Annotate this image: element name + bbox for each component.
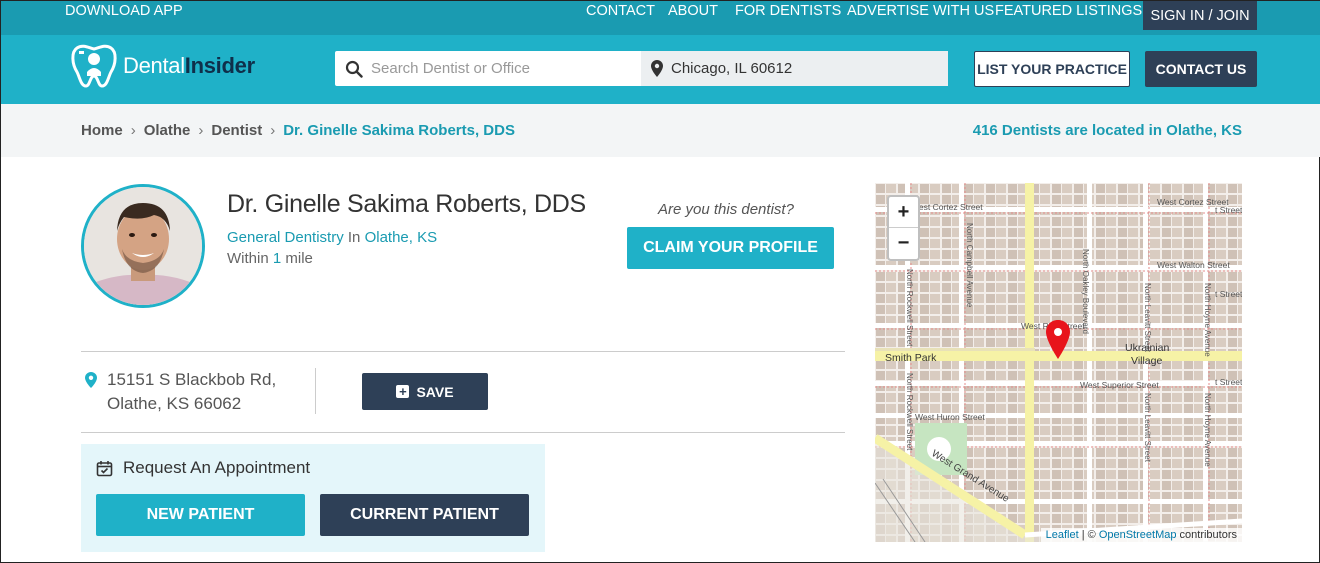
breadcrumb-bar: Home › Olathe › Dentist › Dr. Ginelle Sa… (1, 104, 1320, 157)
chevron-right-icon: › (270, 122, 276, 139)
search-input[interactable] (371, 60, 621, 77)
plus-square-icon: + (396, 385, 410, 398)
location-map[interactable]: West Cortez Street West Cortez Street We… (875, 183, 1242, 542)
dentist-avatar (81, 184, 205, 308)
nav-about[interactable]: ABOUT (668, 3, 718, 19)
logo[interactable]: DentalInsider (69, 40, 269, 92)
map-attribution: Leaflet | © OpenStreetMap contributors (1040, 528, 1242, 542)
breadcrumb-current: Dr. Ginelle Sakima Roberts, DDS (283, 122, 515, 139)
dentist-specialty-line: General Dentistry In Olathe, KS (227, 229, 437, 246)
current-patient-button[interactable]: CURRENT PATIENT (320, 494, 529, 536)
nav-featured-listings[interactable]: FEATURED LISTINGS (995, 3, 1142, 19)
save-button[interactable]: + SAVE (362, 373, 488, 410)
map-zoom-controls: + − (887, 195, 920, 261)
appointment-title: Request An Appointment (96, 458, 310, 478)
nav-for-dentists[interactable]: FOR DENTISTS (735, 3, 841, 19)
within-number: 1 (272, 250, 282, 267)
specialty-link[interactable]: General Dentistry (227, 229, 344, 246)
breadcrumb: Home › Olathe › Dentist › Dr. Ginelle Sa… (81, 122, 515, 139)
contact-us-button[interactable]: CONTACT US (1145, 51, 1257, 87)
map-label: West Cortez Street (911, 202, 983, 212)
tooth-logo-icon (71, 44, 117, 88)
search-icon (345, 60, 363, 78)
map-label: t Street (1215, 377, 1242, 387)
map-label: North Hoyne Avenue (1203, 393, 1212, 467)
claim-profile-button[interactable]: CLAIM YOUR PROFILE (627, 227, 834, 269)
attrib-sep: | © (1078, 529, 1099, 541)
dentist-name: Dr. Ginelle Sakima Roberts, DDS (227, 190, 586, 218)
address-line-2: Olathe, KS 66062 (107, 394, 242, 413)
appointment-panel: Request An Appointment NEW PATIENT CURRE… (81, 444, 545, 552)
save-label: SAVE (416, 383, 454, 400)
breadcrumb-olathe[interactable]: Olathe (144, 122, 191, 139)
map-label: North Rockwell Street (905, 373, 914, 451)
divider (81, 432, 845, 433)
sign-in-button[interactable]: SIGN IN / JOIN (1143, 1, 1257, 30)
download-app-link[interactable]: DOWNLOAD APP (65, 3, 183, 19)
list-your-practice-button[interactable]: LIST YOUR PRACTICE (974, 51, 1130, 87)
specialty-in-word: In (347, 229, 361, 246)
address-pin-icon (85, 372, 97, 388)
within-unit: mile (285, 250, 313, 267)
claim-question: Are you this dentist? (658, 201, 794, 218)
map-label: North Leavitt Street (1143, 283, 1152, 353)
breadcrumb-home[interactable]: Home (81, 122, 123, 139)
city-link[interactable]: Olathe, KS (365, 229, 438, 246)
search-bar (335, 51, 948, 86)
avatar-photo (84, 187, 202, 305)
appointment-title-text: Request An Appointment (123, 458, 311, 477)
map-label: t Street (1215, 205, 1242, 215)
zoom-out-button[interactable]: − (889, 228, 918, 259)
location-input[interactable] (671, 60, 921, 77)
map-label: North Leavitt Street (1143, 393, 1152, 463)
map-label: Village (1131, 355, 1162, 367)
dentist-address: 15151 S Blackbob Rd, Olathe, KS 66062 (107, 368, 276, 416)
divider (81, 351, 845, 352)
map-tiles: West Cortez Street West Cortez Street We… (875, 183, 1242, 542)
nav-contact[interactable]: CONTACT (586, 3, 655, 19)
map-label: North Hoyne Avenue (1203, 283, 1212, 357)
nav-advertise[interactable]: ADVERTISE WITH US (847, 3, 994, 19)
within-prefix: Within (227, 250, 269, 267)
map-label: North Oakley Boulevard (1081, 249, 1090, 334)
distance-text: Within 1 mile (227, 250, 313, 267)
top-bar: DOWNLOAD APP CONTACT ABOUT FOR DENTISTS … (1, 1, 1320, 35)
map-label: North Campbell Avenue (965, 223, 974, 308)
attrib-contributors: contributors (1176, 529, 1237, 541)
map-label: West Walton Street (1157, 260, 1230, 270)
address-line-1: 15151 S Blackbob Rd, (107, 370, 277, 389)
logo-text: DentalInsider (123, 53, 255, 78)
map-label: North Rockwell Street (905, 269, 914, 347)
osm-link[interactable]: OpenStreetMap (1099, 529, 1177, 541)
map-label: West Superior Street (1080, 380, 1159, 390)
new-patient-button[interactable]: NEW PATIENT (96, 494, 305, 536)
map-label: West Huron Street (915, 412, 985, 422)
chevron-right-icon: › (130, 122, 136, 139)
location-pin-icon (651, 60, 663, 77)
vertical-divider (315, 368, 316, 414)
zoom-in-button[interactable]: + (889, 197, 918, 228)
header: DentalInsider LIST YOUR PRACTICE CONTACT… (1, 35, 1320, 104)
calendar-check-icon (96, 460, 113, 476)
map-label: Smith Park (885, 352, 937, 364)
breadcrumb-dentist[interactable]: Dentist (211, 122, 262, 139)
map-label: t Street (1215, 289, 1242, 299)
dentist-count-link[interactable]: 416 Dentists are located in Olathe, KS (973, 122, 1242, 139)
leaflet-link[interactable]: Leaflet (1046, 529, 1079, 541)
chevron-right-icon: › (198, 122, 204, 139)
